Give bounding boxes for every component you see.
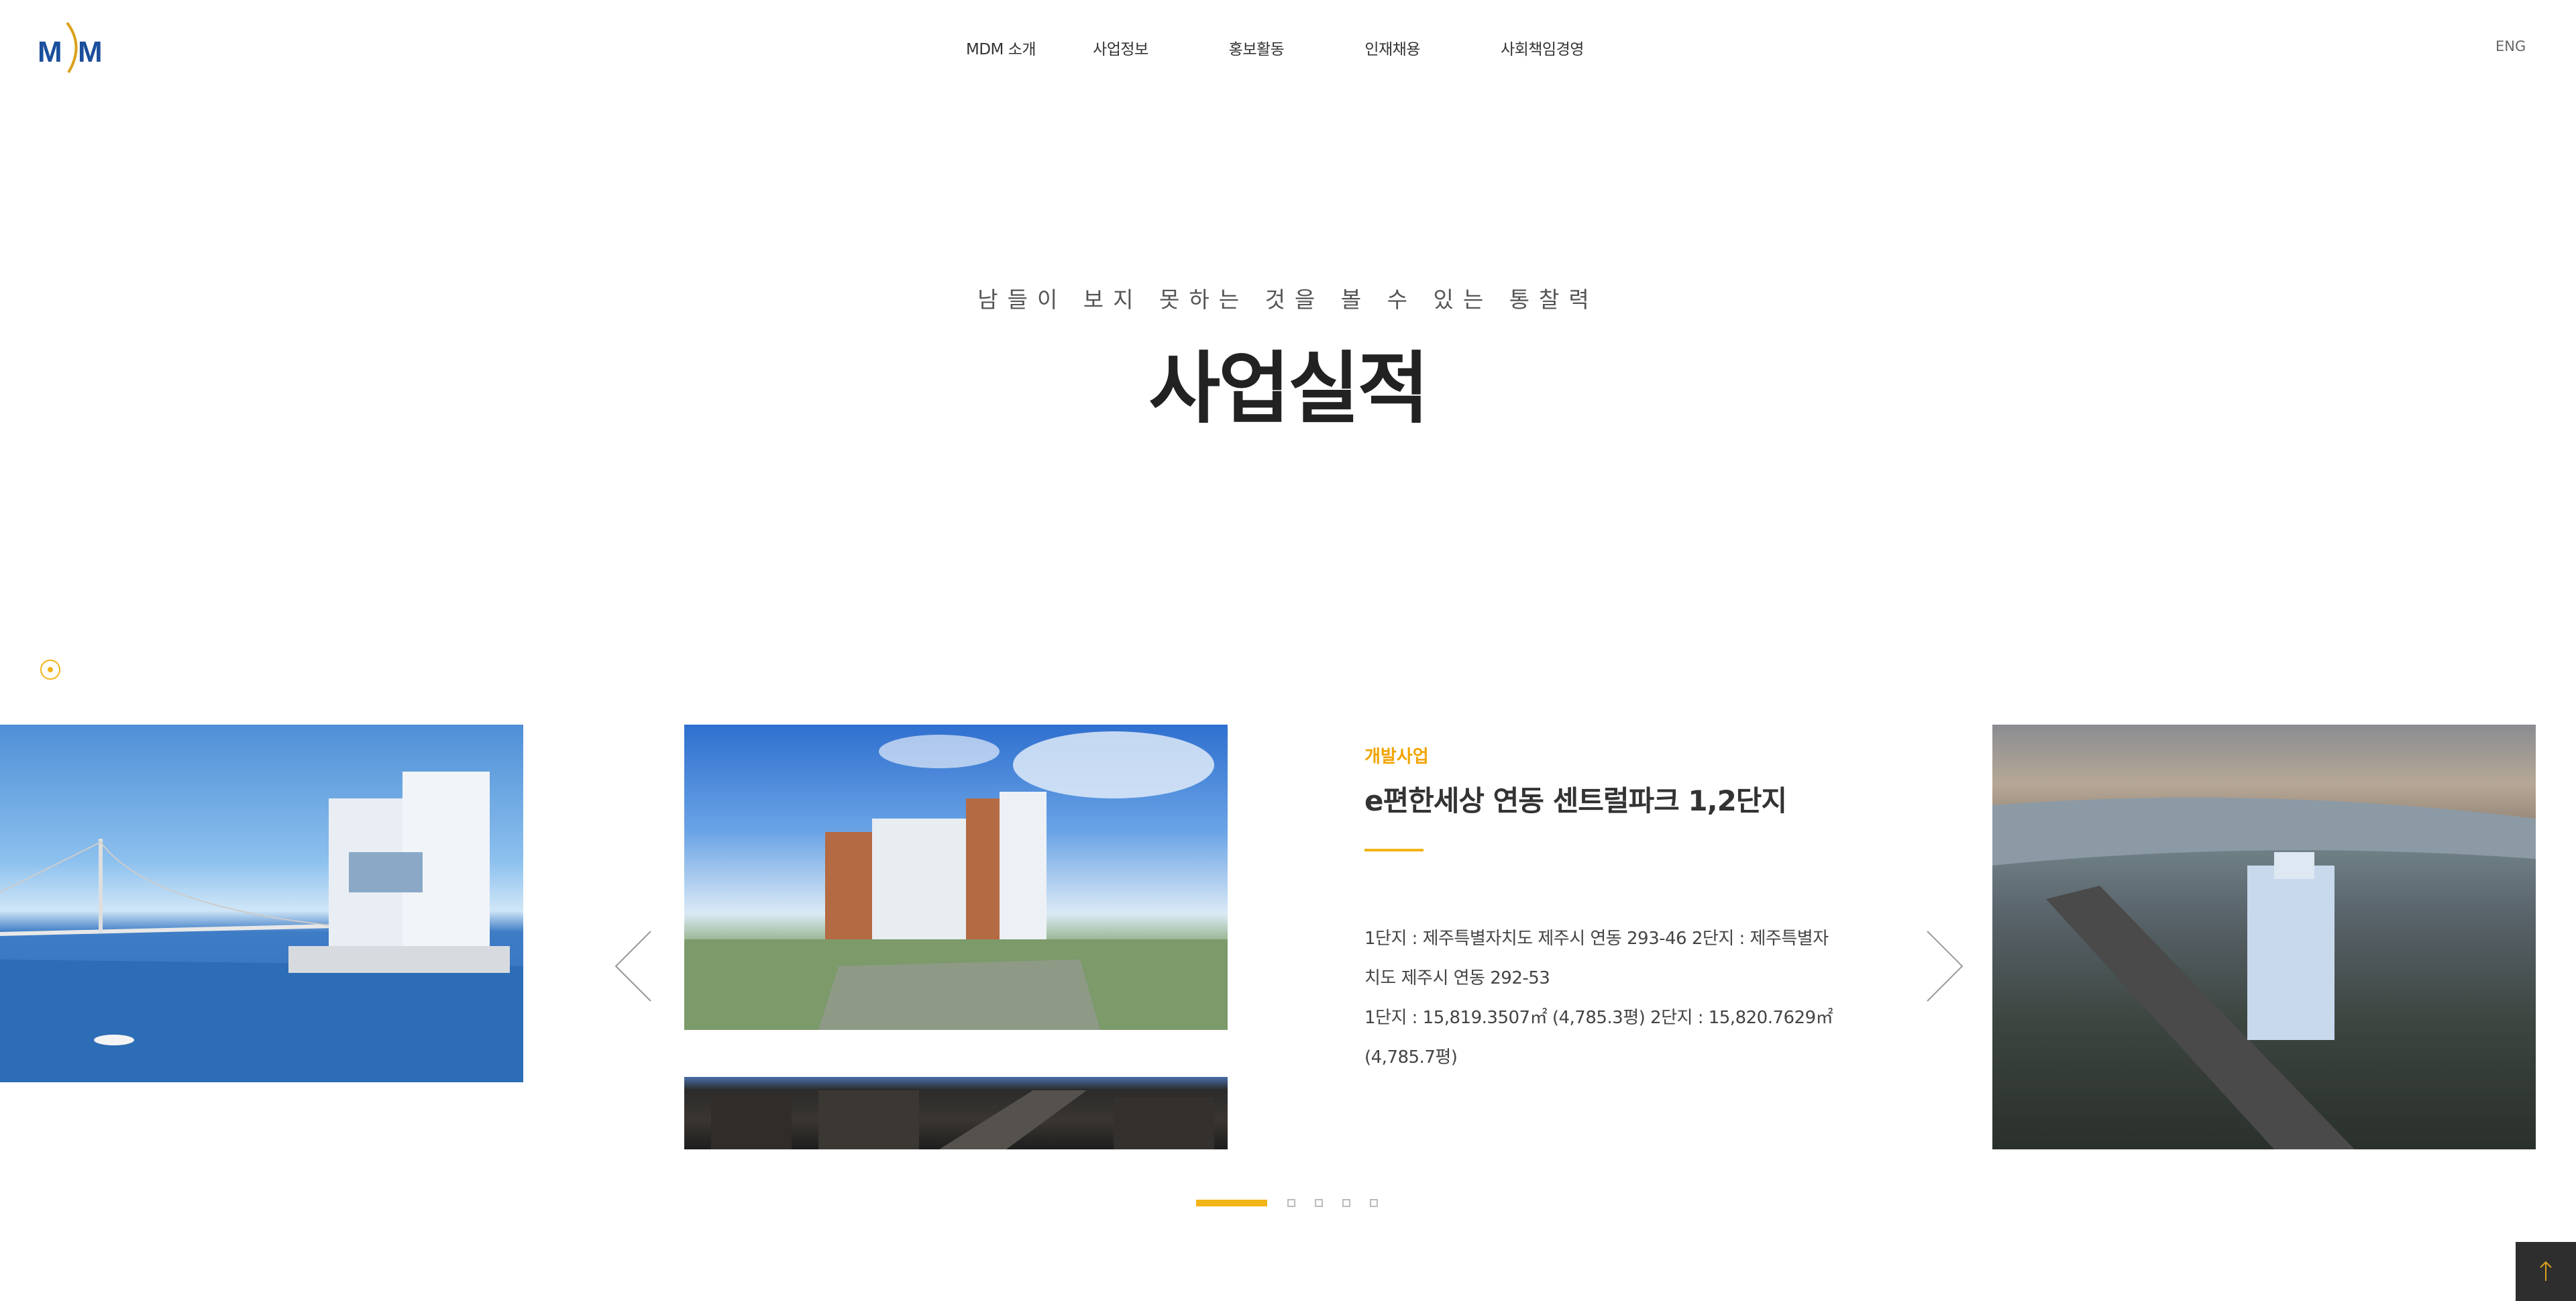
project-details: 1단지 : 제주특별자치도 제주시 연동 293-46 2단지 : 제주특별자 …	[1364, 919, 1834, 1078]
chevron-left-icon	[614, 931, 651, 1002]
slide-image-previous[interactable]	[0, 725, 523, 1082]
main-nav: MDM 소개 사업정보 홍보활동 인재채용 사회책임경영	[966, 36, 1584, 59]
slide-image-next[interactable]	[1992, 725, 2536, 1149]
pagination-bullet[interactable]	[1287, 1199, 1295, 1207]
mdm-logo[interactable]: M M	[38, 20, 111, 74]
pagination-bullet[interactable]	[1342, 1199, 1350, 1207]
project-detail-line: 1단지 : 제주특별자치도 제주시 연동 293-46 2단지 : 제주특별자	[1364, 929, 1829, 949]
svg-text:M: M	[78, 36, 103, 68]
project-category: 개발사업	[1364, 747, 1429, 767]
scroll-top-button[interactable]	[2516, 1242, 2576, 1301]
project-detail-line: (4,785.7평)	[1364, 1047, 1458, 1068]
pagination-bullet[interactable]	[1315, 1199, 1323, 1207]
slide-image-secondary[interactable]	[684, 1077, 1228, 1149]
chevron-right-icon	[1927, 931, 1964, 1002]
site-header: M M MDM 소개 사업정보 홍보활동 인재채용 사회책임경영 ENG	[0, 0, 2576, 97]
project-title: e편한세상 연동 센트럴파크 1,2단지	[1364, 784, 1787, 817]
nav-item-mdm-intro[interactable]: MDM 소개	[966, 36, 1036, 59]
nav-item-recruitment[interactable]: 인재채용	[1364, 36, 1420, 59]
slide-image-main[interactable]	[684, 725, 1228, 1030]
pagination-bullet[interactable]	[1370, 1199, 1378, 1207]
slider-next-button[interactable]	[1924, 929, 1964, 1003]
title-divider	[1364, 849, 1424, 851]
pagination-bullet-active[interactable]	[1196, 1200, 1267, 1206]
slider-pagination	[1196, 1199, 1397, 1207]
section-indicator-icon	[40, 660, 60, 680]
project-detail-line: 치도 제주시 연동 292-53	[1364, 968, 1550, 988]
page-title: 사업실적	[1148, 344, 1430, 434]
language-toggle[interactable]: ENG	[2496, 38, 2526, 54]
slider-prev-button[interactable]	[614, 929, 654, 1003]
nav-item-business-info[interactable]: 사업정보	[1093, 36, 1148, 59]
svg-text:M: M	[38, 36, 62, 68]
nav-item-pr-activities[interactable]: 홍보활동	[1229, 36, 1285, 59]
hero-tagline: 남들이 보지 못하는 것을 볼 수 있는 통찰력	[977, 287, 1599, 313]
project-detail-line: 1단지 : 15,819.3507㎡ (4,785.3평) 2단지 : 15,8…	[1364, 1008, 1833, 1028]
nav-item-csr[interactable]: 사회책임경영	[1501, 36, 1584, 59]
arrow-up-icon	[2540, 1261, 2552, 1281]
